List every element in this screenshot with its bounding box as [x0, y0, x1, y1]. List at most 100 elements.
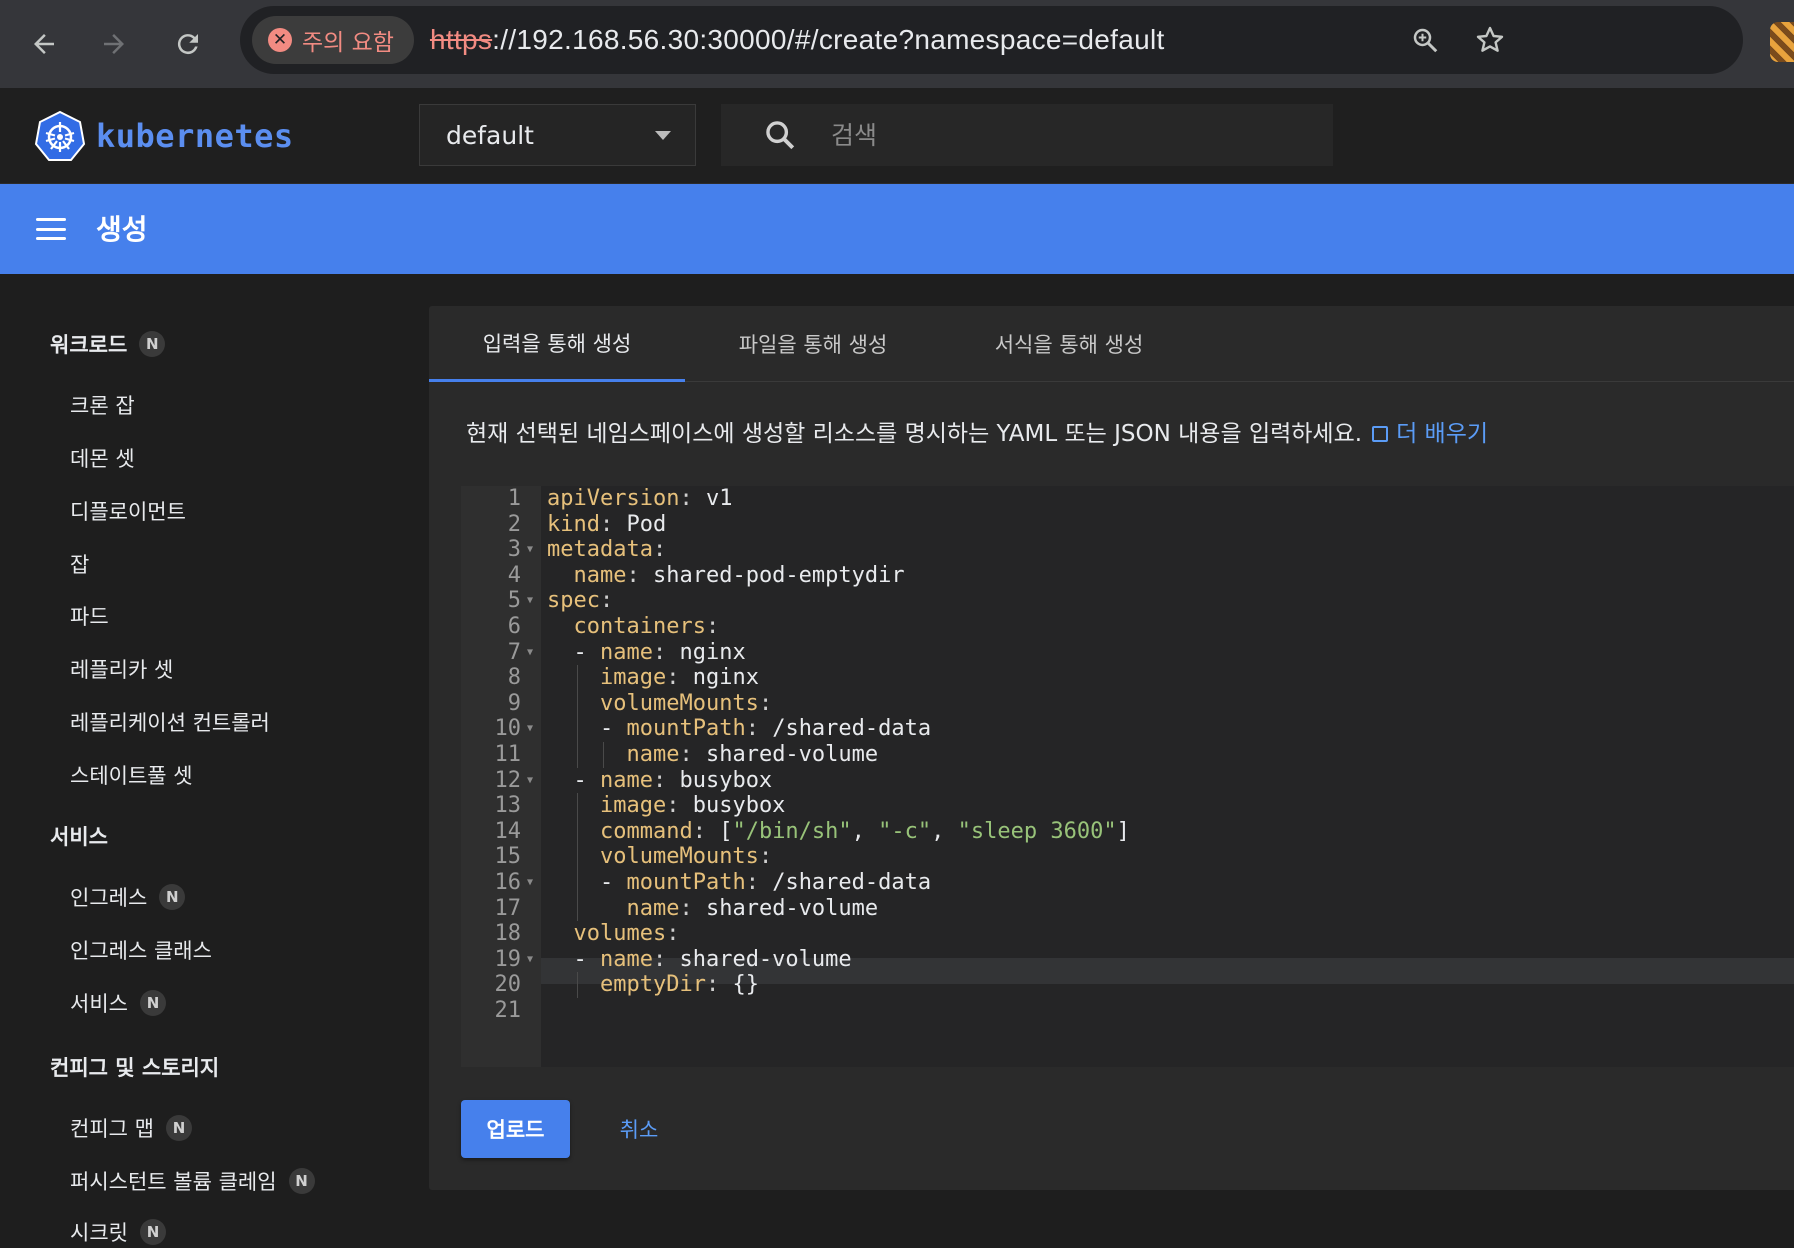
fold-arrow-icon[interactable]: ▼ [527, 723, 533, 734]
search-icon [766, 121, 795, 150]
create-card: 입력을 통해 생성 파일을 통해 생성 서식을 통해 생성 현재 선택된 네임스… [429, 306, 1794, 1190]
line-number: 18 [494, 921, 522, 947]
new-badge: N [139, 1219, 166, 1245]
fold-arrow-icon[interactable]: ▼ [527, 647, 533, 658]
extension-icon[interactable] [1770, 22, 1794, 62]
address-bar[interactable]: ✕ 주의 요함 https://192.168.56.30:30000/#/cr… [240, 6, 1743, 74]
create-tabs: 입력을 통해 생성 파일을 통해 생성 서식을 통해 생성 [429, 306, 1794, 382]
security-warning-label: 주의 요함 [302, 30, 394, 56]
url-rest: ://192.168.56.30:30000/#/create?namespac… [492, 24, 1165, 55]
tab-create-from-input[interactable]: 입력을 통해 생성 [429, 306, 685, 382]
line-number: 10 [494, 716, 522, 742]
sidebar-item-pods[interactable]: 파드 [70, 601, 109, 631]
sidebar-group-config-storage[interactable]: 컨피그 및 스토리지 [50, 1052, 219, 1082]
sidebar-item-ingresses[interactable]: 인그레스 N [70, 882, 186, 912]
line-number: 6 [507, 614, 521, 639]
fold-arrow-icon[interactable]: ▼ [527, 775, 533, 786]
line-number: 4 [507, 562, 521, 588]
tab-create-from-file[interactable]: 파일을 통해 생성 [685, 306, 941, 382]
sidebar-item-replicasets[interactable]: 레플리카 셋 [70, 654, 173, 684]
sidebar-item-configmaps[interactable]: 컨피그 맵 N [70, 1113, 192, 1143]
code-line: volumeMounts: [599, 844, 773, 870]
sidebar-item-ingressclasses[interactable]: 인그레스 클래스 [70, 935, 212, 965]
code-line: name: shared-volume [626, 742, 879, 767]
forward-icon[interactable] [90, 20, 138, 68]
code-line: volumes: [573, 921, 680, 947]
sidebar-item-secrets[interactable]: 시크릿 N [70, 1217, 166, 1247]
fold-arrow-icon[interactable]: ▼ [527, 954, 533, 965]
sidebar-group-services[interactable]: 서비스 [50, 821, 108, 851]
line-number: 11 [494, 742, 522, 767]
new-badge: N [165, 1115, 192, 1141]
code-line: apiVersion: v1 [547, 486, 733, 511]
new-badge: N [159, 884, 186, 910]
logo-text: kubernetes [96, 117, 294, 155]
sidebar-item-cronjobs[interactable]: 크론 잡 [70, 390, 135, 420]
page-title: 생성 [96, 213, 148, 246]
url-text[interactable]: https://192.168.56.30:30000/#/create?nam… [430, 24, 1165, 56]
reload-icon[interactable] [164, 20, 212, 68]
sidebar-item-daemonsets[interactable]: 데몬 셋 [70, 443, 135, 473]
sidebar-group-workloads[interactable]: 워크로드 N [50, 329, 166, 359]
code-line: name: shared-volume [626, 895, 879, 921]
sidebar-item-persistentvolumeclaims[interactable]: 퍼시스턴트 볼륨 클레임 N [70, 1166, 315, 1196]
new-badge: N [139, 331, 166, 357]
instructions: 현재 선택된 네임스페이스에 생성할 리소스를 명시하는 YAML 또는 JSO… [466, 414, 1488, 448]
kubernetes-logo[interactable]: kubernetes [34, 110, 294, 162]
line-number: 5 [507, 588, 521, 614]
fold-arrow-icon[interactable]: ▼ [527, 544, 533, 555]
kubernetes-wheel-icon [34, 110, 86, 161]
search-input[interactable] [831, 120, 1281, 150]
code-line: image: busybox [599, 793, 786, 819]
line-number: 3 [507, 537, 521, 563]
search-bar[interactable] [721, 104, 1333, 166]
line-number: 15 [494, 844, 522, 870]
fold-arrow-icon[interactable]: ▼ [527, 877, 533, 888]
menu-icon[interactable] [36, 218, 66, 240]
sidebar-item-statefulsets[interactable]: 스테이트풀 셋 [70, 760, 193, 790]
code-line: - mountPath: /shared-data [547, 716, 932, 742]
chevron-down-icon [655, 131, 671, 140]
sidebar-item-deployments[interactable]: 디플로이먼트 [70, 496, 186, 526]
sidebar-item-services[interactable]: 서비스 N [70, 988, 166, 1018]
code-line: metadata: [547, 537, 667, 563]
indent-guide [603, 742, 605, 768]
code-line: - name: busybox [547, 767, 773, 793]
sidebar-item-jobs[interactable]: 잡 [70, 549, 89, 579]
page-title-bar: 생성 [0, 184, 1794, 274]
yaml-editor[interactable]: 1 2 3 ▼ 4 5 ▼ 6 7 ▼ 8 9 10 ▼ 11 12 ▼ 13 14 15 16 ▼ 17 18 19 ▼ 20 21… [461, 486, 1794, 1067]
back-icon[interactable] [20, 20, 68, 68]
learn-more-link[interactable]: 더 배우기 [1362, 421, 1488, 447]
app-header: kubernetes default [0, 88, 1794, 184]
new-badge: N [288, 1168, 315, 1194]
line-number: 8 [507, 665, 521, 691]
instructions-text: 현재 선택된 네임스페이스에 생성할 리소스를 명시하는 YAML 또는 JSO… [466, 421, 1363, 447]
editor-gutter: 1 2 3 ▼ 4 5 ▼ 6 7 ▼ 8 9 10 ▼ 11 12 ▼ 13 14 15 16 ▼ 17 18 19 ▼ 20 21 [461, 486, 541, 1067]
code-line: - mountPath: /shared-data [547, 870, 932, 895]
code-line: - name: shared-volume [547, 946, 852, 972]
upload-button[interactable]: 업로드 [461, 1100, 570, 1158]
code-line: volumeMounts: [599, 690, 773, 716]
sidebar: 워크로드 N 크론 잡 데몬 셋 디플로이먼트 잡 파드 레플리카 셋 레플리케… [0, 274, 408, 1248]
line-number: 2 [507, 511, 521, 537]
line-number: 20 [494, 972, 522, 998]
sidebar-item-replicationcontrollers[interactable]: 레플리케이션 컨트롤러 [70, 707, 270, 737]
line-number: 9 [507, 690, 521, 716]
line-number: 19 [494, 946, 522, 972]
warning-icon: ✕ [268, 28, 292, 52]
line-number: 16 [494, 870, 522, 895]
security-warning-chip[interactable]: ✕ 주의 요함 [252, 16, 414, 64]
line-number: 17 [494, 895, 522, 921]
line-number: 21 [494, 998, 522, 1023]
line-number: 7 [507, 639, 521, 665]
fold-arrow-icon[interactable]: ▼ [527, 595, 533, 606]
code-line: emptyDir: {} [599, 972, 759, 998]
code-line: image: nginx [599, 665, 759, 691]
bookmark-star-icon[interactable] [1470, 20, 1510, 60]
code-line: command: ["/bin/sh", "-c", "sleep 3600"] [599, 818, 1130, 844]
tab-create-from-form[interactable]: 서식을 통해 생성 [941, 306, 1197, 382]
namespace-select[interactable]: default [419, 104, 696, 166]
browser-toolbar: ✕ 주의 요함 https://192.168.56.30:30000/#/cr… [0, 0, 1794, 88]
cancel-button[interactable]: 취소 [599, 1100, 679, 1158]
zoom-icon[interactable] [1405, 20, 1445, 60]
